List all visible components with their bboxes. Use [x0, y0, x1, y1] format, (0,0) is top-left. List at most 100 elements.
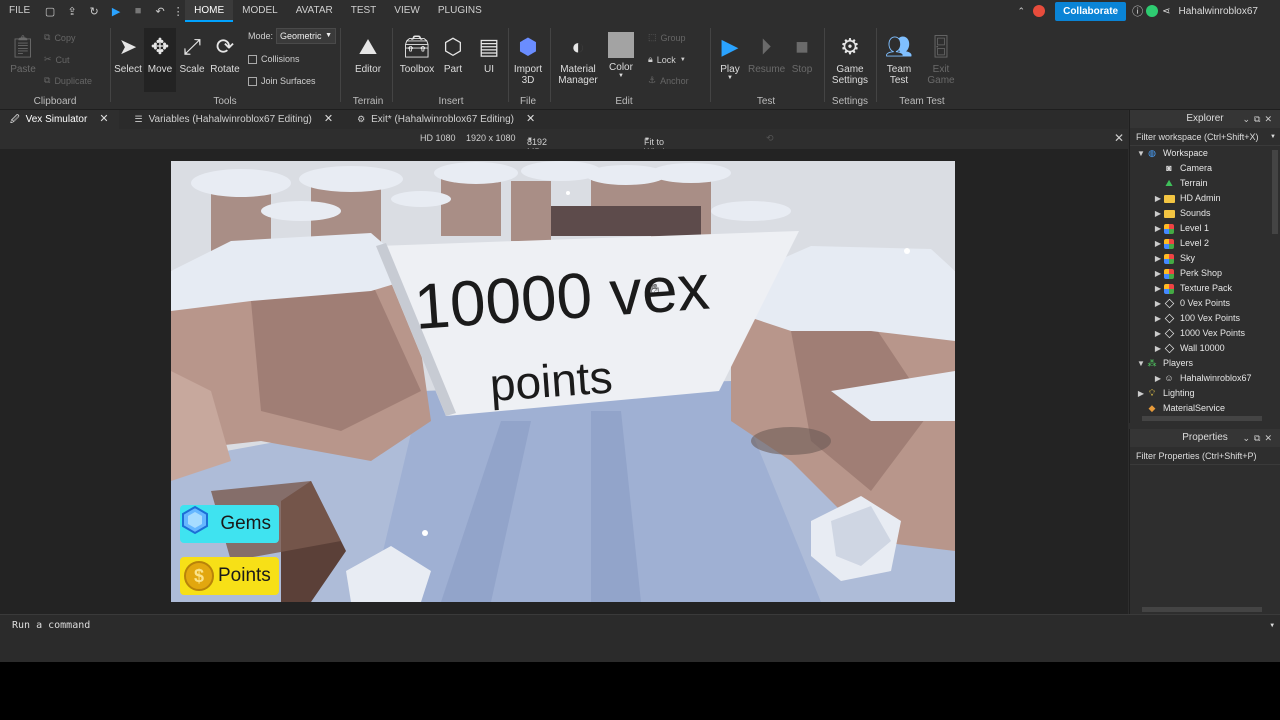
chevron-right-icon[interactable]: ▶ — [1153, 296, 1163, 311]
tab-variables[interactable]: ☰ Variables (Hahalwinroblox67 Editing) ✕ — [125, 110, 344, 129]
explorer-item[interactable]: ▶ 0 Vex Points — [1130, 296, 1280, 311]
move-button[interactable]: ✥ Move — [144, 28, 176, 92]
tab-model[interactable]: MODEL — [233, 0, 287, 22]
chevron-right-icon[interactable]: ▶ — [1153, 326, 1163, 341]
chevron-right-icon[interactable]: ▶ — [1153, 311, 1163, 326]
explorer-item[interactable]: ▶ 1000 Vex Points — [1130, 326, 1280, 341]
toolbox-button[interactable]: 🧰︎ Toolbox — [398, 34, 436, 75]
points-button[interactable]: $ Points — [180, 557, 279, 595]
game-settings-button[interactable]: ⚙ Game Settings — [830, 34, 870, 86]
share-icon[interactable]: ⋖ — [1162, 6, 1170, 17]
status-icon[interactable] — [1146, 5, 1159, 17]
cut-button[interactable]: ✂ Cut — [44, 54, 70, 65]
more-icon[interactable]: ⋮ — [171, 5, 185, 18]
chevron-down-icon[interactable]: ▼ — [1270, 128, 1276, 146]
new-file-icon[interactable]: ▢ — [39, 5, 61, 18]
collaborate-button[interactable]: Collaborate — [1055, 1, 1127, 21]
panel-controls-icon[interactable]: ⌄⧉✕ — [1242, 429, 1276, 447]
publish-icon[interactable]: ⇪ — [61, 5, 83, 18]
chevron-right-icon[interactable]: ▶ — [1153, 281, 1163, 296]
scale-button[interactable]: ⤢ Scale — [178, 34, 206, 75]
help-icon[interactable]: ⓘ — [1132, 3, 1143, 19]
terrain-editor-button[interactable]: ⛰ Editor — [352, 34, 384, 75]
chevron-down-icon[interactable]: ▼ — [1136, 146, 1146, 161]
explorer-item[interactable]: ▶ HD Admin — [1130, 191, 1280, 206]
explorer-item[interactable]: ▶ Perk Shop — [1130, 266, 1280, 281]
ui-button[interactable]: ▤ UI — [476, 34, 502, 75]
paste-button[interactable]: 📋︎ Paste — [8, 34, 38, 75]
play-quick-icon[interactable]: ▶ — [105, 5, 127, 18]
gems-button[interactable]: Gems — [180, 505, 279, 543]
anchor-button[interactable]: ⚓︎ Anchor — [648, 75, 689, 86]
import-3d-button[interactable]: ⬢ Import 3D — [512, 34, 544, 86]
explorer-filter-input[interactable]: Filter workspace (Ctrl+Shift+X) ▼ — [1130, 128, 1280, 146]
tab-plugins[interactable]: PLUGINS — [429, 0, 491, 22]
join-surfaces-checkbox[interactable] — [248, 76, 257, 86]
rotate-device-icon[interactable]: ⟲ — [766, 133, 774, 144]
game-viewport[interactable]: 10000 vex points ✋︎ Gems $ Points — [171, 161, 955, 602]
redo-icon[interactable]: ↻ — [83, 5, 105, 18]
explorer-item[interactable]: ▶ Sounds — [1130, 206, 1280, 221]
panel-controls-icon[interactable]: ⌄⧉✕ — [1242, 110, 1276, 128]
chevron-right-icon[interactable]: ▶ — [1153, 206, 1163, 221]
close-icon[interactable]: ✕ — [1114, 131, 1124, 145]
chevron-right-icon[interactable]: ▶ — [1153, 266, 1163, 281]
mode-select[interactable]: Geometric ▼ — [276, 28, 336, 44]
chevron-right-icon[interactable]: ▶ — [1153, 251, 1163, 266]
chevron-right-icon[interactable]: ▶ — [1153, 191, 1163, 206]
stop-quick-icon[interactable]: ■ — [127, 5, 149, 17]
notification-icon[interactable] — [1033, 5, 1046, 17]
tab-test[interactable]: TEST — [342, 0, 386, 22]
tab-avatar[interactable]: AVATAR — [287, 0, 342, 22]
properties-hscroll[interactable] — [1142, 607, 1262, 612]
explorer-scrollbar[interactable] — [1272, 150, 1278, 234]
tab-vex-simulator[interactable]: 🖉︎ Vex Simulator ✕ — [0, 110, 119, 129]
explorer-item[interactable]: ⛰ Terrain — [1130, 176, 1280, 191]
join-surfaces-toggle[interactable]: Join Surfaces — [248, 76, 316, 86]
explorer-item[interactable]: ▶ ☺ Hahalwinroblox67 — [1130, 371, 1280, 386]
explorer-hscroll[interactable] — [1142, 416, 1262, 421]
explorer-item[interactable]: ▶ 100 Vex Points — [1130, 311, 1280, 326]
explorer-item[interactable]: ▶ Sky — [1130, 251, 1280, 266]
command-bar[interactable]: Run a command ▼ — [0, 614, 1280, 636]
play-button[interactable]: ▶ Play ▼ — [716, 34, 744, 81]
exit-game-button[interactable]: 🚪︎ Exit Game — [924, 34, 958, 86]
explorer-item[interactable]: ▶ Wall 10000 — [1130, 341, 1280, 356]
explorer-item[interactable]: ▶ Level 1 — [1130, 221, 1280, 236]
chevron-right-icon[interactable]: ▶ — [1153, 221, 1163, 236]
chevron-right-icon[interactable]: ▶ — [1153, 236, 1163, 251]
file-menu[interactable]: FILE — [0, 0, 39, 22]
explorer-item[interactable]: ▼ ⁂ Players — [1130, 356, 1280, 371]
explorer-item[interactable]: ◙ Camera — [1130, 161, 1280, 176]
explorer-item[interactable]: ▶ 💡︎ Lighting — [1130, 386, 1280, 401]
chevron-down-icon[interactable]: ▼ — [1270, 615, 1274, 636]
resolution-label[interactable]: HD 1080 — [420, 133, 456, 143]
select-button[interactable]: ➤ Select — [114, 34, 142, 75]
chevron-down-icon[interactable]: ▼ — [1136, 356, 1146, 371]
collisions-toggle[interactable]: Collisions — [248, 54, 300, 64]
chevron-right-icon[interactable]: ▶ — [1153, 371, 1163, 386]
tab-view[interactable]: VIEW — [385, 0, 429, 22]
copy-button[interactable]: ⧉ Copy — [44, 32, 75, 43]
collisions-checkbox[interactable] — [248, 54, 257, 64]
close-icon[interactable]: ✕ — [526, 110, 535, 129]
explorer-item[interactable]: ▼ ◍ Workspace — [1130, 146, 1280, 161]
close-icon[interactable]: ✕ — [99, 110, 108, 129]
rotate-button[interactable]: ⟳ Rotate — [210, 34, 240, 75]
stop-button[interactable]: ■ Stop — [788, 34, 816, 75]
part-button[interactable]: ⬡ Part — [440, 34, 466, 75]
duplicate-button[interactable]: ⧉ Duplicate — [44, 75, 92, 86]
tab-exit[interactable]: ⚙ Exit* (Hahalwinroblox67 Editing) ✕ — [347, 110, 545, 129]
team-test-button[interactable]: 👥︎ Team Test — [882, 34, 916, 86]
group-button[interactable]: ⬚ Group — [648, 32, 686, 43]
lock-button[interactable]: 🔒︎ Lock ▼ — [648, 54, 686, 65]
chevron-right-icon[interactable]: ▶ — [1136, 386, 1146, 401]
properties-filter-input[interactable]: Filter Properties (Ctrl+Shift+P) — [1130, 447, 1280, 465]
chevron-up-icon[interactable]: ⌃ — [1018, 6, 1026, 17]
undo-icon[interactable]: ↶ — [149, 5, 171, 18]
tab-home[interactable]: HOME — [185, 0, 234, 22]
username[interactable]: Hahalwinroblox67 — [1179, 6, 1259, 17]
material-manager-button[interactable]: ◐ Material Manager — [556, 34, 600, 86]
explorer-item[interactable]: ◆ MaterialService — [1130, 401, 1280, 416]
resume-button[interactable]: ⏵︎ Resume — [748, 34, 785, 75]
